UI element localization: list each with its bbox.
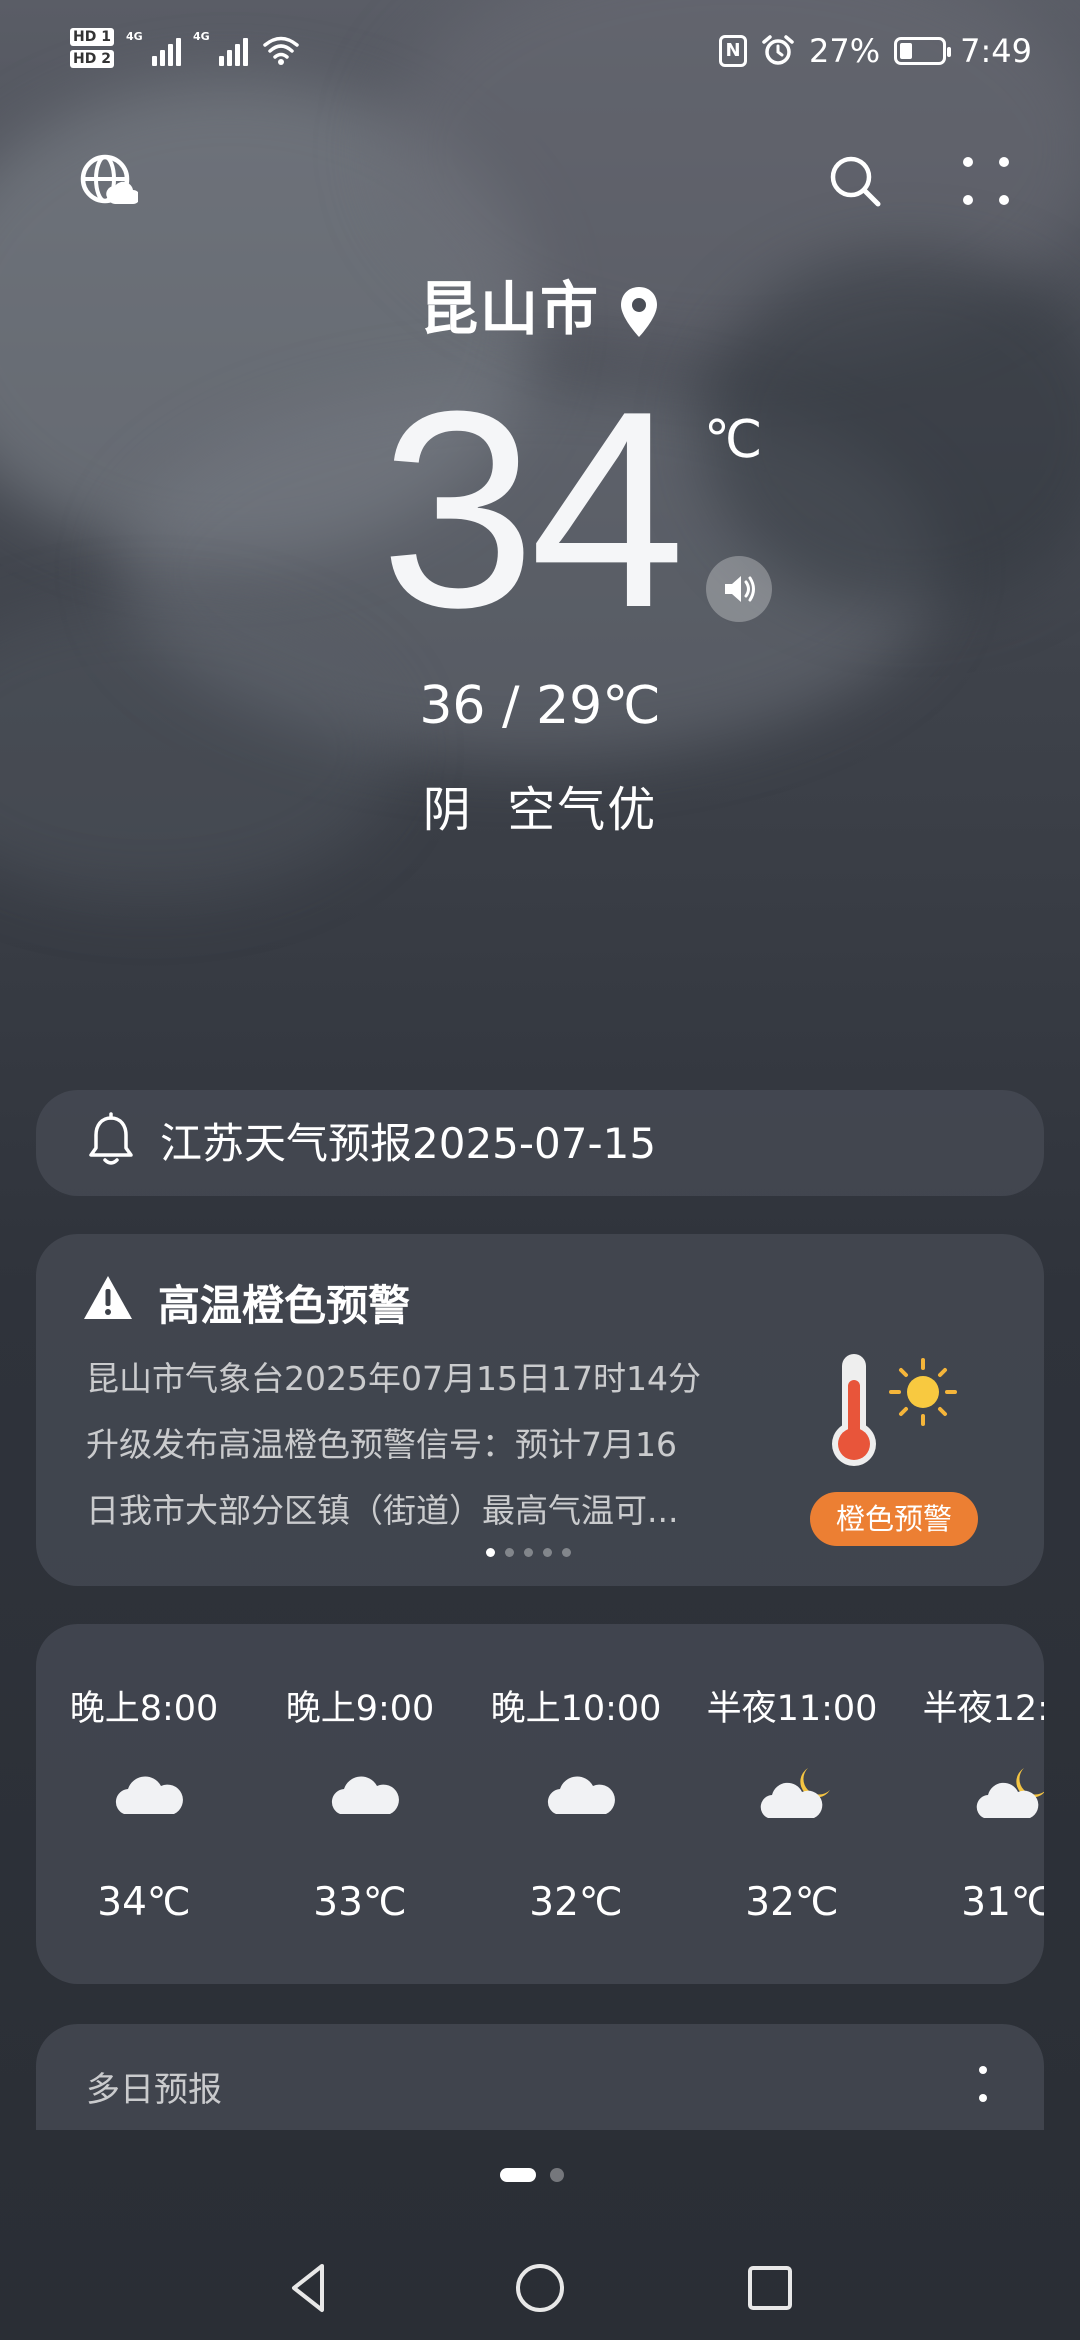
- page-indicator: [500, 2168, 564, 2182]
- hour-time: 晚上10:00: [490, 1689, 662, 1729]
- hourly-item[interactable]: 半夜12:00 31℃: [900, 1624, 1044, 1984]
- hour-temp: 32℃: [745, 1880, 839, 1925]
- signal-icon: 4G: [126, 30, 181, 66]
- hour-time: 半夜12:00: [922, 1689, 1044, 1729]
- network-type-2: 4G: [192, 30, 210, 43]
- cloudy-night-icon: [760, 1768, 830, 1818]
- sim2-label: HD 2: [70, 50, 114, 68]
- network-type-1: 4G: [125, 30, 143, 43]
- battery-icon: [894, 37, 952, 65]
- recents-icon[interactable]: [742, 2260, 798, 2316]
- signal-icon: 4G: [193, 30, 248, 66]
- hourly-item[interactable]: 晚上10:00 32℃: [468, 1624, 684, 1984]
- wifi-icon: [263, 36, 299, 65]
- system-nav-bar: [0, 2240, 1080, 2320]
- city-header[interactable]: 昆山市: [0, 262, 1080, 346]
- hour-temp: 31℃: [961, 1880, 1044, 1925]
- nfc-icon: N: [719, 35, 748, 67]
- hour-temp: 32℃: [529, 1880, 623, 1925]
- cloudy-night-icon: [976, 1768, 1044, 1818]
- alert-page-indicator: [486, 1548, 571, 1557]
- back-icon[interactable]: [282, 2260, 338, 2316]
- alarm-icon: [762, 35, 794, 65]
- home-icon[interactable]: [512, 2260, 568, 2316]
- hour-time: 半夜11:00: [706, 1689, 878, 1729]
- cloudy-icon: [547, 1776, 615, 1814]
- temperature-unit: ℃: [704, 410, 763, 470]
- multi-day-forecast-card[interactable]: 多日预报: [36, 2024, 1044, 2130]
- bell-icon: [89, 1112, 133, 1165]
- hour-temp: 34℃: [97, 1880, 191, 1925]
- notice-text: 江苏天气预报2025-07-15: [160, 1119, 657, 1168]
- alert-title: 高温橙色预警: [158, 1281, 411, 1330]
- battery-percent: 27%: [809, 32, 881, 70]
- alert-line: 升级发布高温橙色预警信号：预计7月16: [86, 1425, 677, 1464]
- alert-level-badge: 橙色预警: [810, 1492, 978, 1546]
- forecast-notice-card[interactable]: 江苏天气预报2025-07-15: [36, 1090, 1044, 1196]
- kebab-menu-icon[interactable]: [978, 2064, 988, 2104]
- warning-icon: [84, 1276, 132, 1319]
- cloudy-icon: [115, 1776, 183, 1814]
- hourly-item[interactable]: 晚上9:00 33℃: [252, 1624, 468, 1984]
- cloudy-icon: [331, 1776, 399, 1814]
- hourly-item[interactable]: 半夜11:00 32℃: [684, 1624, 900, 1984]
- multi-day-label: 多日预报: [86, 2070, 222, 2110]
- hourly-item[interactable]: 晚上8:00 34℃: [36, 1624, 252, 1984]
- status-bar: HD 1 HD 2 4G 4G N 27% 7:49: [0, 28, 1080, 88]
- sim1-label: HD 1: [70, 28, 114, 46]
- city-manage-globe-icon[interactable]: [78, 152, 138, 212]
- current-temperature: 34: [380, 354, 685, 666]
- speaker-button[interactable]: [706, 556, 772, 622]
- hourly-forecast-card[interactable]: 晚上8:00 34℃ 晚上9:00 33℃ 晚上10:00 32℃ 半夜11:0…: [36, 1624, 1044, 1984]
- speaker-icon: [725, 576, 755, 602]
- clock: 7:49: [960, 32, 1032, 70]
- sim-indicator: HD 1 HD 2: [70, 28, 114, 72]
- hour-time: 晚上9:00: [285, 1689, 435, 1729]
- location-pin-icon: [621, 286, 657, 337]
- hour-temp: 33℃: [313, 1880, 407, 1925]
- heat-alert-card[interactable]: 高温橙色预警 昆山市气象台2025年07月15日17时14分 升级发布高温橙色预…: [36, 1234, 1044, 1586]
- hour-time: 晚上8:00: [69, 1689, 219, 1729]
- alert-line: 昆山市气象台2025年07月15日17时14分: [86, 1359, 701, 1398]
- alert-description: 昆山市气象台2025年07月15日17时14分 升级发布高温橙色预警信号：预计7…: [86, 1346, 786, 1544]
- weather-condition: 阴 空气优: [422, 782, 658, 838]
- city-name: 昆山市: [419, 275, 600, 343]
- alert-line: 日我市大部分区镇（街道）最高气温可...: [86, 1491, 679, 1530]
- thermometer-sun-icon: [832, 1354, 957, 1466]
- search-icon[interactable]: [826, 152, 886, 212]
- temperature-range: 36 / 29℃: [419, 676, 661, 736]
- more-options-icon[interactable]: [956, 152, 1016, 212]
